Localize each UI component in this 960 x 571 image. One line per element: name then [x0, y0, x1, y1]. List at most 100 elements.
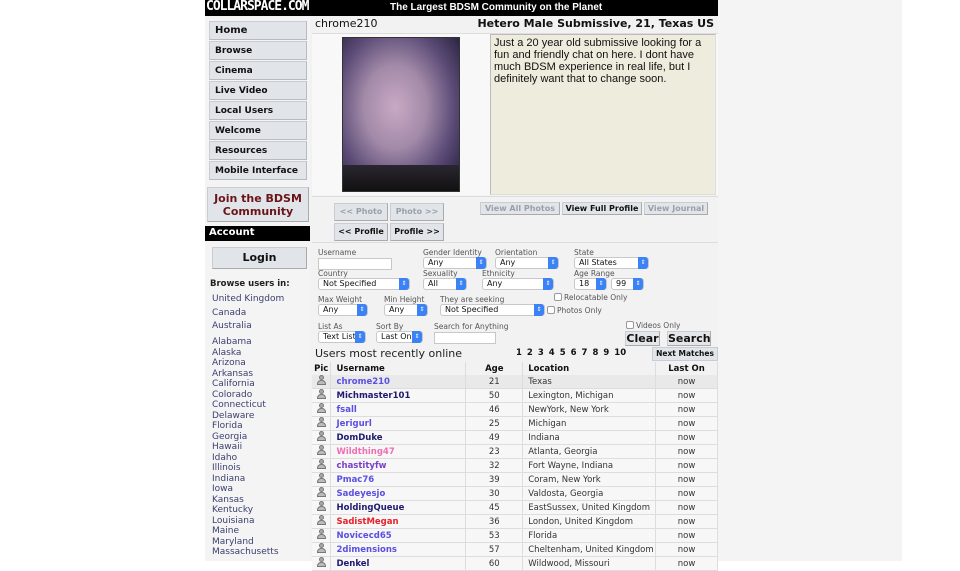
nav-cinema[interactable]: Cinema [209, 61, 307, 80]
username-link[interactable]: HoldingQueue [336, 503, 404, 513]
sort-by-select[interactable]: Last On ⇕ [376, 331, 423, 343]
pic-cell[interactable] [312, 514, 332, 529]
browse-link-state[interactable]: Alaska [212, 348, 241, 358]
username-link[interactable]: 2dimensions [336, 545, 397, 555]
browse-link-canada[interactable]: Canada [212, 308, 246, 318]
table-row[interactable]: Pmac76 39 Coram, New York now [312, 472, 718, 487]
table-row[interactable]: DomDuke 49 Indiana now [312, 430, 718, 445]
table-row[interactable]: SadistMegan 36 London, United Kingdom now [312, 514, 718, 529]
min-height-select[interactable]: Any ⇕ [384, 304, 428, 316]
next-photo-button[interactable]: Photo >> [390, 203, 444, 221]
orientation-select[interactable]: Any ⇕ [495, 257, 559, 269]
pic-cell[interactable] [312, 486, 332, 501]
age-min-select[interactable]: 18 ⇕ [574, 278, 607, 290]
page-link-6[interactable]: 6 [571, 348, 577, 358]
clear-button[interactable]: Clear [625, 331, 660, 346]
prev-photo-button[interactable]: << Photo [334, 203, 388, 221]
username-link[interactable]: Denkel [336, 559, 369, 569]
sexuality-select[interactable]: All ⇕ [423, 278, 467, 290]
browse-link-state[interactable]: Delaware [212, 411, 254, 421]
col-username[interactable]: Username [330, 362, 467, 375]
table-row[interactable]: fsall 46 NewYork, New York now [312, 402, 718, 417]
browse-link-australia[interactable]: Australia [212, 321, 252, 331]
list-as-select[interactable]: Text List ⇕ [318, 331, 366, 343]
pic-cell[interactable] [312, 542, 332, 557]
age-max-select[interactable]: 99 ⇕ [611, 278, 644, 290]
username-link[interactable]: fsall [336, 405, 356, 415]
col-location[interactable]: Location [522, 362, 657, 375]
page-link-3[interactable]: 3 [538, 348, 544, 358]
videos-only-checkbox[interactable]: Videos Only [626, 321, 680, 330]
browse-link-state[interactable]: Maryland [212, 537, 254, 547]
page-link-5[interactable]: 5 [560, 348, 566, 358]
nav-resources[interactable]: Resources [209, 141, 307, 160]
page-link-9[interactable]: 9 [603, 348, 609, 358]
pic-cell[interactable] [312, 402, 332, 417]
browse-link-state[interactable]: Kansas [212, 495, 244, 505]
username-link[interactable]: SadistMegan [336, 517, 398, 527]
username-link[interactable]: DomDuke [336, 433, 382, 443]
browse-link-state[interactable]: Maine [212, 526, 239, 536]
nav-browse[interactable]: Browse [209, 41, 307, 60]
page-link-2[interactable]: 2 [527, 348, 533, 358]
browse-link-state[interactable]: Idaho [212, 453, 237, 463]
seeking-select[interactable]: Not Specified ⇕ [440, 304, 545, 316]
browse-link-state[interactable]: Colorado [212, 390, 252, 400]
site-logo[interactable]: COLLARSPACE.COM [206, 0, 309, 14]
username-link[interactable]: Jerigurl [336, 419, 371, 429]
state-select[interactable]: All States ⇕ [574, 257, 649, 269]
username-link[interactable]: Novicecd65 [336, 531, 391, 541]
page-link-4[interactable]: 4 [549, 348, 555, 358]
table-row[interactable]: Wildthing47 23 Atlanta, Georgia now [312, 444, 718, 459]
browse-link-state[interactable]: Arizona [212, 358, 246, 368]
username-link[interactable]: Sadeyesjo [336, 489, 385, 499]
table-row[interactable]: Sadeyesjo 30 Valdosta, Georgia now [312, 486, 718, 501]
pic-cell[interactable] [312, 375, 332, 389]
relocatable-only-checkbox[interactable]: Relocatable Only [554, 293, 627, 302]
max-weight-select[interactable]: Any ⇕ [318, 304, 368, 316]
username-link[interactable]: chastityfw [336, 461, 386, 471]
nav-welcome[interactable]: Welcome [209, 121, 307, 140]
page-link-8[interactable]: 8 [592, 348, 598, 358]
username-link[interactable]: Pmac76 [336, 475, 374, 485]
view-journal-button[interactable]: View Journal [644, 202, 708, 215]
browse-link-state[interactable]: California [212, 379, 255, 389]
browse-link-united-kingdom[interactable]: United Kingdom [212, 294, 284, 304]
pic-cell[interactable] [312, 444, 332, 459]
table-row[interactable]: chastityfw 32 Fort Wayne, Indiana now [312, 458, 718, 473]
pic-cell[interactable] [312, 458, 332, 473]
next-matches-button[interactable]: Next Matches [652, 347, 718, 361]
table-row[interactable]: Michmaster101 50 Lexington, Michigan now [312, 388, 718, 403]
ethnicity-select[interactable]: Any ⇕ [482, 278, 554, 290]
username-link[interactable]: Wildthing47 [336, 447, 394, 457]
page-link-1[interactable]: 1 [516, 348, 522, 358]
table-row[interactable]: Denkel 60 Wildwood, Missouri now [312, 556, 718, 571]
pic-cell[interactable] [312, 430, 332, 445]
table-row[interactable]: HoldingQueue 45 EastSussex, United Kingdom… [312, 500, 718, 515]
col-age[interactable]: Age [465, 362, 524, 375]
page-link-7[interactable]: 7 [582, 348, 588, 358]
pic-cell[interactable] [312, 416, 332, 431]
browse-link-state[interactable]: Kentucky [212, 505, 253, 515]
username-link[interactable]: chrome210 [336, 377, 390, 387]
table-row[interactable]: Novicecd65 53 Florida now [312, 528, 718, 543]
browse-link-state[interactable]: Georgia [212, 432, 247, 442]
browse-link-state[interactable]: Louisiana [212, 516, 255, 526]
browse-link-state[interactable]: Alabama [212, 337, 252, 347]
pic-cell[interactable] [312, 556, 332, 571]
profile-photo[interactable] [342, 37, 460, 192]
col-last-on[interactable]: Last On [655, 362, 718, 375]
join-community-button[interactable]: Join the BDSM Community [207, 187, 309, 222]
browse-link-state[interactable]: Florida [212, 421, 243, 431]
browse-link-state[interactable]: Connecticut [212, 400, 266, 410]
prev-profile-button[interactable]: << Profile [334, 223, 388, 241]
browse-link-state[interactable]: Indiana [212, 474, 245, 484]
browse-link-state[interactable]: Illinois [212, 463, 241, 473]
table-row[interactable]: chrome210 21 Texas now [312, 375, 718, 389]
gender-identity-select[interactable]: Any ⇕ [423, 257, 487, 269]
view-full-profile-button[interactable]: View Full Profile [562, 202, 642, 215]
table-row[interactable]: Jerigurl 25 Michigan now [312, 416, 718, 431]
search-anything-input[interactable] [434, 332, 496, 344]
nav-home[interactable]: Home [209, 21, 307, 40]
browse-link-state[interactable]: Arkansas [212, 369, 253, 379]
